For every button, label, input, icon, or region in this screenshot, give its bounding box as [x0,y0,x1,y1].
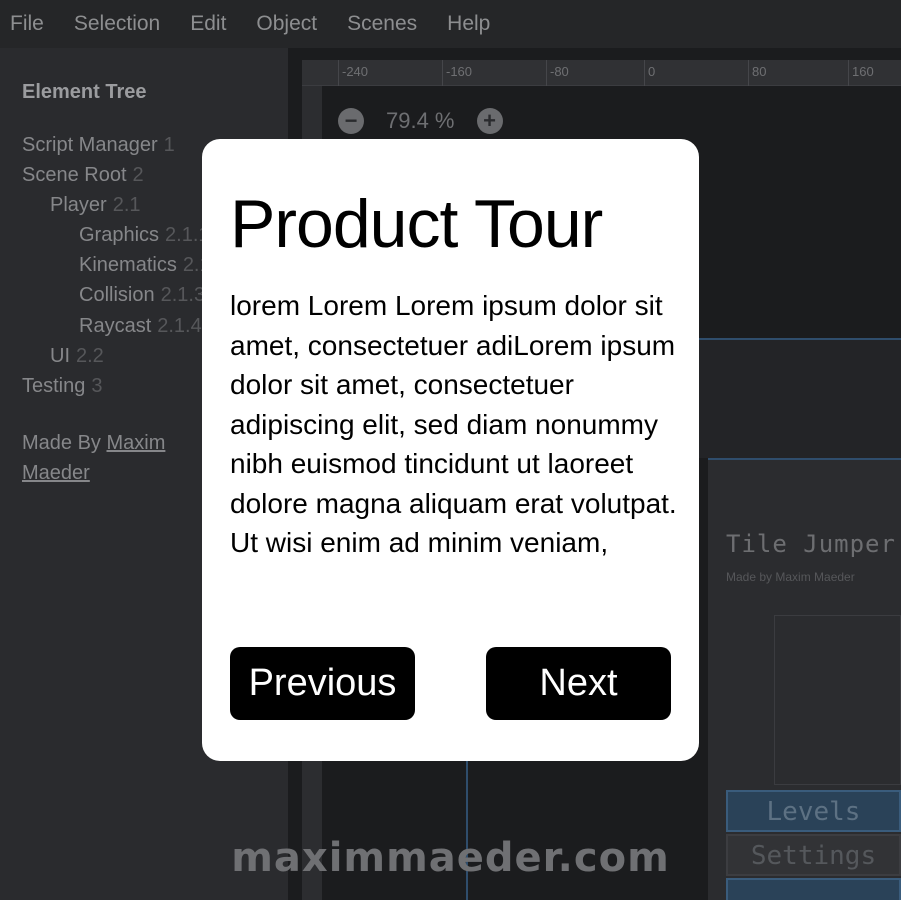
dialog-title: Product Tour [230,186,603,262]
menu-help[interactable]: Help [432,0,505,48]
tree-item-number: 2 [132,164,144,186]
tree-item-raycast[interactable]: Raycast 2.1.4 [79,315,202,338]
tree-item-label: Testing [22,375,86,397]
ruler-label: 80 [752,64,767,79]
dialog-body: lorem Lorem Lorem ipsum dolor sit amet, … [230,290,677,558]
tree-item-label: Collision [79,284,155,306]
zoom-in-button[interactable]: + [476,108,503,134]
ruler-label: -80 [550,64,569,79]
previous-button[interactable]: Previous [230,647,415,720]
tree-item-label: Script Manager [22,134,158,156]
watermark: maximmaeder.com [231,835,670,881]
game-button[interactable] [726,878,901,900]
ruler-label: 0 [648,64,656,79]
made-by-credit: Made By Maxim Maeder [22,428,222,488]
menu-bar: File Selection Edit Object Scenes Help [0,0,901,48]
next-button[interactable]: Next [486,647,671,720]
product-tour-dialog: Product Tour lorem Lorem Lorem ipsum dol… [202,139,699,761]
game-preview: Tile Jumper 2 Made by Maxim Maeder Level… [708,458,901,900]
zoom-level: 79.4 % [386,108,455,133]
horizontal-ruler: -240 -160 -80 0 80 160 [302,60,901,86]
tree-item-script-manager[interactable]: Script Manager 1 [22,134,175,157]
zoom-out-button[interactable]: − [338,108,364,134]
menu-object[interactable]: Object [241,0,332,48]
tree-item-label: Kinematics [79,254,177,276]
tree-item-ui[interactable]: UI 2.2 [50,345,104,368]
tree-item-number: 2.2 [76,345,104,367]
game-title: Tile Jumper 2 [726,530,901,558]
zoom-control: − 79.4 % + [338,108,503,134]
game-subtitle: Made by Maxim Maeder [726,570,855,584]
menu-edit[interactable]: Edit [175,0,241,48]
menu-file[interactable]: File [0,0,59,48]
tree-item-label: UI [50,345,70,367]
tree-item-number: 3 [91,375,103,397]
tree-item-label: Raycast [79,315,152,337]
tree-item-testing[interactable]: Testing 3 [22,375,103,398]
tree-item-player[interactable]: Player 2.1 [50,194,141,217]
element-tree-title: Element Tree [22,81,147,103]
tree-item-label: Scene Root [22,164,127,186]
tree-item-number: 1 [163,134,175,156]
menu-scenes[interactable]: Scenes [332,0,432,48]
tree-item-graphics[interactable]: Graphics 2.1.1 [79,224,210,247]
game-frame [774,615,901,785]
made-by-prefix: Made By [22,432,101,454]
tree-item-label: Player [50,194,107,216]
tree-item-scene-root[interactable]: Scene Root 2 [22,164,144,187]
levels-button[interactable]: Levels [726,790,901,832]
tree-item-number: 2.1 [112,194,141,216]
tree-item-number: 2.1.4 [157,315,202,337]
ruler-label: -240 [342,64,369,79]
tree-item-label: Graphics [79,224,160,246]
menu-selection[interactable]: Selection [59,0,175,48]
tree-item-collision[interactable]: Collision 2.1.3 [79,284,205,307]
ruler-label: -160 [446,64,473,79]
tree-item-number: 2.1.3 [160,284,206,306]
ruler-label: 160 [852,64,874,79]
